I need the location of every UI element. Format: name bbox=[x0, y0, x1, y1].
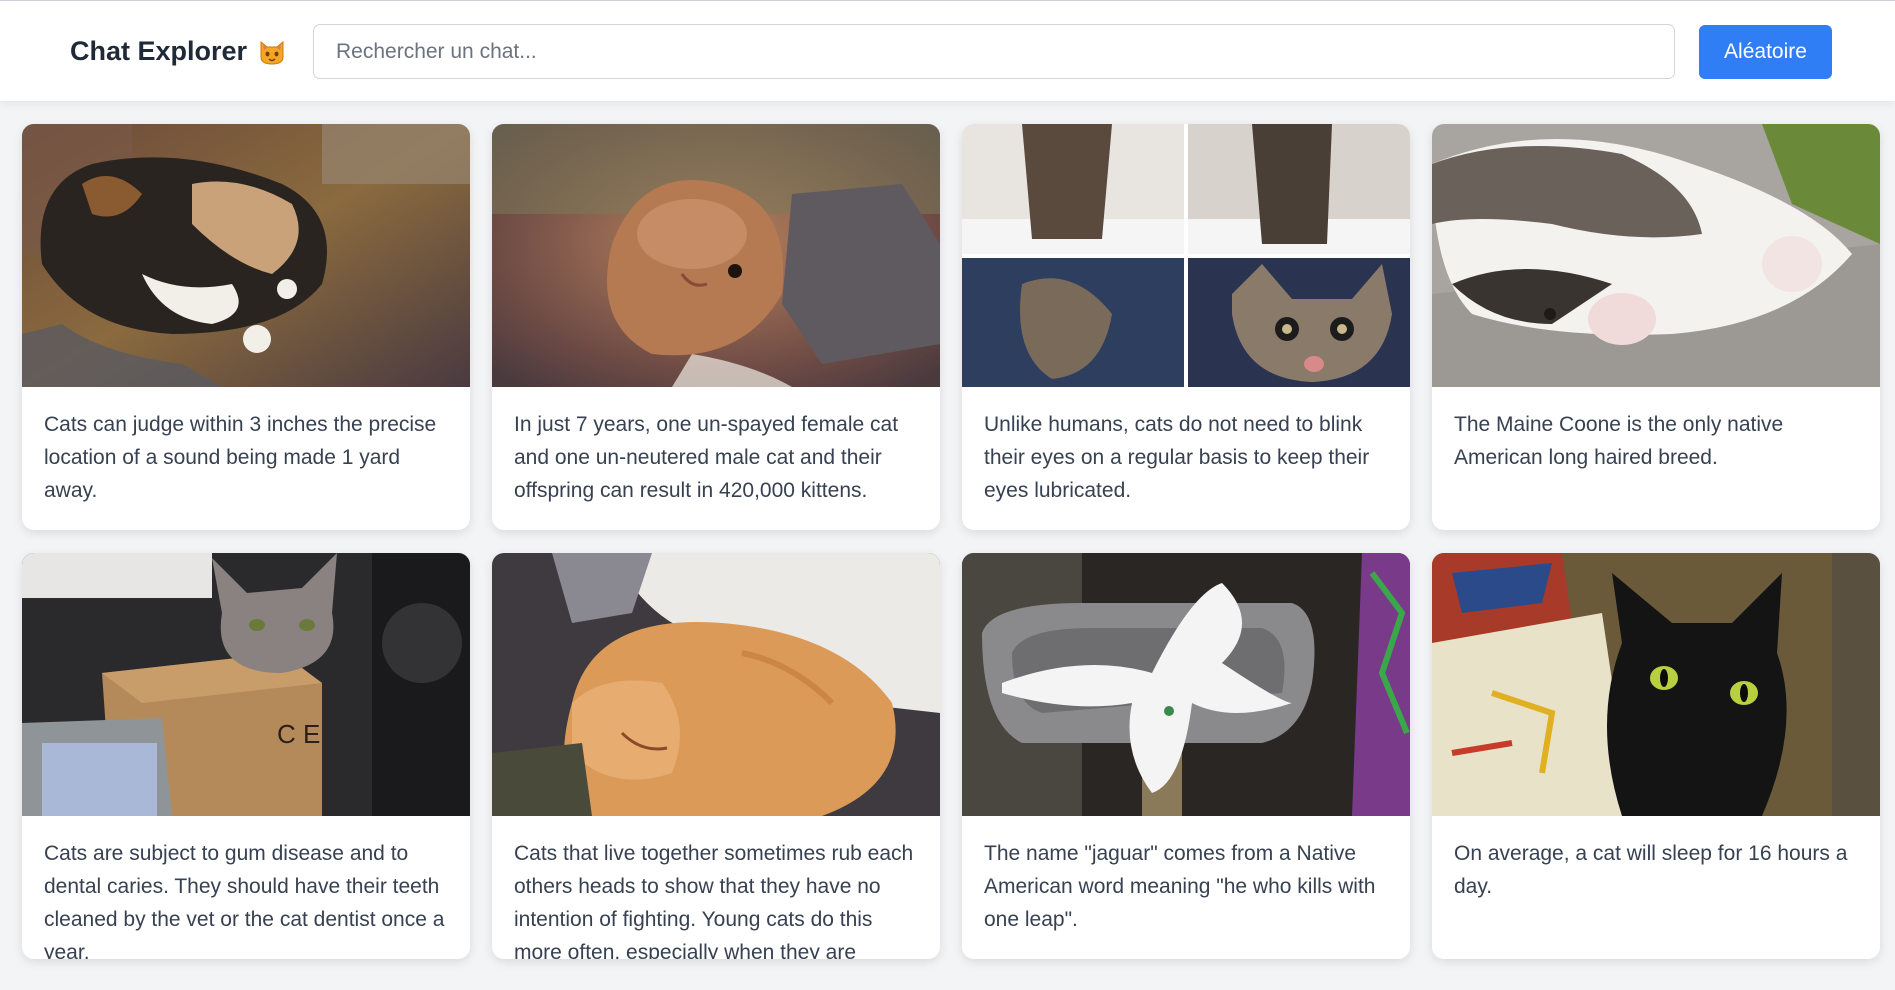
app-title: Chat Explorer bbox=[70, 36, 248, 66]
cat-fact: In just 7 years, one un-spayed female ca… bbox=[514, 413, 899, 502]
cat-card[interactable]: Unlike humans, cats do not need to blink… bbox=[962, 124, 1410, 530]
cat-photo: C E bbox=[22, 553, 470, 816]
cat-photo bbox=[962, 553, 1410, 816]
app-brand: Chat Explorer bbox=[70, 36, 287, 67]
cat-fact: Cats that live together sometimes rub ea… bbox=[514, 842, 914, 959]
cat-face-icon bbox=[257, 37, 287, 67]
random-button[interactable]: Aléatoire bbox=[1699, 25, 1832, 79]
cat-fact: Unlike humans, cats do not need to blink… bbox=[984, 413, 1370, 502]
search-input[interactable] bbox=[313, 24, 1675, 79]
cat-photo bbox=[1432, 553, 1880, 816]
app-header: Chat Explorer Aléatoire bbox=[0, 1, 1895, 101]
cat-card[interactable]: Cats can judge within 3 inches the preci… bbox=[22, 124, 470, 530]
cat-fact: Cats can judge within 3 inches the preci… bbox=[44, 413, 437, 502]
cat-photo bbox=[22, 124, 470, 387]
cat-card[interactable]: The name "jaguar" comes from a Native Am… bbox=[962, 553, 1410, 959]
cat-card[interactable]: C E Cats are subject to gum disease and … bbox=[22, 553, 470, 959]
cat-fact: The name "jaguar" comes from a Native Am… bbox=[984, 842, 1376, 931]
cat-fact: On average, a cat will sleep for 16 hour… bbox=[1454, 842, 1848, 898]
cat-photo bbox=[492, 124, 940, 387]
cat-fact: Cats are subject to gum disease and to d… bbox=[44, 842, 445, 959]
cat-fact: The Maine Coone is the only native Ameri… bbox=[1454, 413, 1784, 469]
svg-text:C E: C E bbox=[277, 719, 320, 749]
cat-photo bbox=[962, 124, 1410, 387]
cat-card[interactable]: On average, a cat will sleep for 16 hour… bbox=[1432, 553, 1880, 959]
cat-card[interactable]: The Maine Coone is the only native Ameri… bbox=[1432, 124, 1880, 530]
cat-card[interactable]: In just 7 years, one un-spayed female ca… bbox=[492, 124, 940, 530]
cat-photo bbox=[1432, 124, 1880, 387]
cat-photo bbox=[492, 553, 940, 816]
cat-card[interactable]: Cats that live together sometimes rub ea… bbox=[492, 553, 940, 959]
